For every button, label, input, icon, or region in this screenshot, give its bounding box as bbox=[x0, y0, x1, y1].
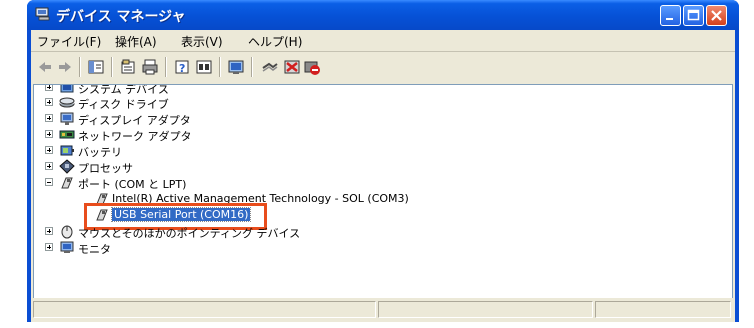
disk-drive-icon bbox=[59, 97, 75, 108]
expand-toggle[interactable] bbox=[45, 114, 53, 122]
toolbar: ? bbox=[31, 52, 735, 82]
disable-icon[interactable] bbox=[303, 58, 321, 76]
tree-item-label: プロセッサ bbox=[78, 162, 133, 175]
device-manager-icon bbox=[35, 7, 50, 21]
processor-icon bbox=[59, 159, 75, 174]
port-icon bbox=[61, 177, 73, 189]
device-tree: システム デバイス ディスク ドライブ ディスプレイ アダプタ ネットワーク ア… bbox=[33, 84, 733, 299]
window-title: デバイス マネージャ bbox=[56, 9, 186, 25]
scan-hardware-icon[interactable] bbox=[227, 58, 245, 76]
menu-bar: ファイル(F) 操作(A) 表示(V) ヘルプ(H) bbox=[31, 30, 735, 51]
title-bar[interactable]: デバイス マネージャ bbox=[27, 0, 739, 30]
expand-toggle[interactable] bbox=[45, 85, 53, 91]
tree-item-label: マウスとそのほかのポインティング デバイス bbox=[78, 227, 301, 240]
device-manager-window: デバイス マネージャ ファイル(F) 操作(A) 表示(V) ヘルプ(H) ? … bbox=[27, 0, 739, 322]
menu-file[interactable]: ファイル(F) bbox=[37, 33, 101, 50]
help-icon[interactable]: ? bbox=[173, 58, 191, 76]
console-tree-icon[interactable] bbox=[87, 58, 105, 76]
tree-item-label: ネットワーク アダプタ bbox=[78, 130, 192, 143]
svg-text:?: ? bbox=[179, 62, 185, 75]
expand-toggle[interactable] bbox=[45, 227, 53, 235]
tree-item-label: ディスク ドライブ bbox=[78, 98, 169, 111]
tree-item-label: バッテリ bbox=[78, 146, 122, 159]
update-driver-icon[interactable] bbox=[261, 58, 279, 76]
network-adapter-icon bbox=[59, 130, 75, 139]
maximize-icon bbox=[687, 9, 700, 21]
expand-toggle[interactable] bbox=[45, 130, 53, 138]
toolbar-separator bbox=[219, 57, 221, 77]
expand-toggle[interactable] bbox=[45, 162, 53, 170]
tree-item-label: ポート (COM と LPT) bbox=[78, 178, 187, 191]
forward-arrow-icon[interactable] bbox=[57, 58, 73, 76]
client-area: ファイル(F) 操作(A) 表示(V) ヘルプ(H) ? システム デバイス デ… bbox=[31, 30, 735, 322]
print-icon[interactable] bbox=[141, 58, 159, 76]
back-arrow-icon[interactable] bbox=[37, 58, 53, 76]
close-icon bbox=[711, 10, 722, 21]
expand-toggle[interactable] bbox=[45, 98, 53, 106]
menu-action[interactable]: 操作(A) bbox=[115, 33, 157, 50]
toolbar-separator bbox=[79, 57, 81, 77]
menu-help[interactable]: ヘルプ(H) bbox=[248, 33, 302, 50]
display-adapter-icon bbox=[60, 112, 74, 125]
view-icon[interactable] bbox=[195, 58, 213, 76]
toolbar-separator bbox=[111, 57, 113, 77]
minimize-button[interactable] bbox=[660, 5, 681, 26]
tree-item-label: モニタ bbox=[78, 243, 111, 256]
tree-item-label: ディスプレイ アダプタ bbox=[78, 114, 191, 127]
minimize-icon bbox=[666, 18, 673, 20]
expand-toggle[interactable] bbox=[45, 243, 53, 251]
collapse-toggle[interactable] bbox=[45, 178, 53, 186]
system-devices-icon bbox=[60, 85, 74, 93]
toolbar-separator bbox=[165, 57, 167, 77]
properties-icon[interactable] bbox=[119, 58, 137, 76]
battery-icon bbox=[60, 145, 74, 156]
menu-view[interactable]: 表示(V) bbox=[181, 33, 223, 50]
maximize-button[interactable] bbox=[683, 5, 704, 26]
status-cell bbox=[595, 301, 731, 318]
status-cell bbox=[378, 301, 593, 318]
status-cell bbox=[33, 301, 376, 318]
monitor-icon bbox=[60, 241, 74, 253]
expand-toggle[interactable] bbox=[45, 146, 53, 154]
close-button[interactable] bbox=[706, 5, 727, 26]
toolbar-separator bbox=[251, 57, 253, 77]
status-bar bbox=[31, 298, 735, 322]
mouse-icon bbox=[61, 225, 73, 239]
uninstall-icon[interactable] bbox=[283, 58, 301, 76]
